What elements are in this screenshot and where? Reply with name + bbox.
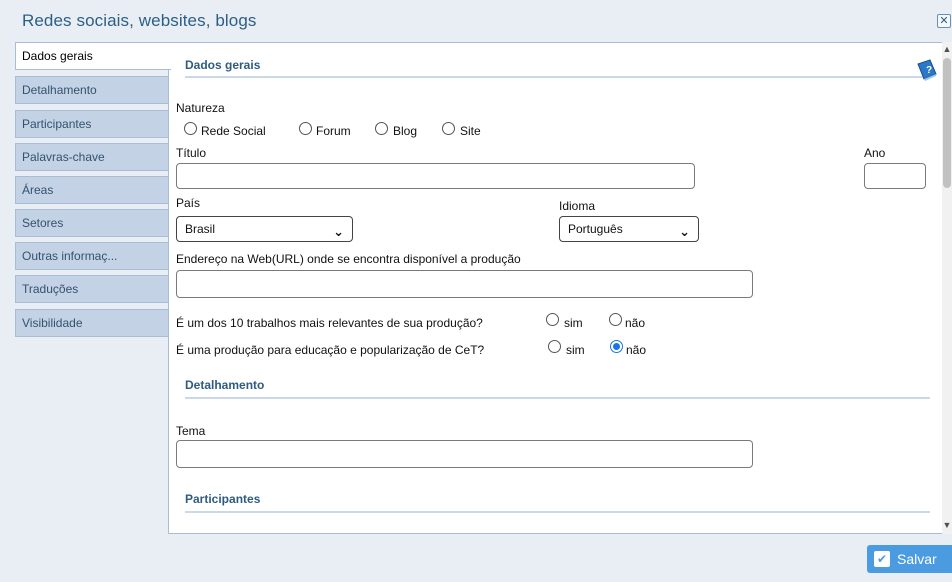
url-label: Endereço na Web(URL) onde se encontra di… [176, 252, 521, 266]
chevron-down-icon: ⌄ [333, 224, 344, 239]
url-input[interactable] [176, 270, 753, 298]
chevron-down-icon: ⌄ [679, 224, 690, 239]
tab-traducoes[interactable]: Traduções [15, 275, 168, 303]
ano-label: Ano [864, 146, 886, 160]
relevantes-sim-label: sim [564, 316, 583, 330]
natureza-option-label: Rede Social [201, 124, 266, 138]
natureza-option-label: Blog [393, 124, 418, 138]
section-divider [185, 511, 930, 513]
idioma-selected-value: Português [568, 222, 623, 236]
natureza-option-label: Forum [316, 124, 351, 138]
tab-setores[interactable]: Setores [15, 209, 168, 237]
educacao-question: É uma produção para educação e populariz… [176, 343, 485, 357]
section-heading-dados-gerais: Dados gerais [185, 58, 261, 72]
titulo-label: Título [176, 146, 207, 160]
tab-outras-informacoes[interactable]: Outras informaç... [15, 242, 168, 270]
svg-text:?: ? [926, 65, 932, 76]
tab-detalhamento[interactable]: Detalhamento [15, 76, 168, 104]
tab-palavras-chave[interactable]: Palavras-chave [15, 143, 168, 171]
form-scrollbar[interactable]: ▲ ▼ [942, 42, 952, 534]
help-book-icon[interactable]: ? [916, 58, 938, 82]
scroll-down-arrow-icon[interactable]: ▼ [942, 520, 952, 530]
relevantes-radio-sim[interactable] [546, 313, 559, 326]
section-heading-detalhamento: Detalhamento [185, 378, 265, 392]
dialog-title: Redes sociais, websites, blogs [22, 11, 257, 30]
titulo-input[interactable] [176, 163, 695, 189]
scroll-thumb[interactable] [943, 58, 951, 188]
idioma-label: Idioma [559, 199, 596, 213]
dialog-titlebar: Redes sociais, websites, blogs ✕ [0, 0, 952, 40]
section-divider [185, 76, 930, 78]
natureza-radio-site[interactable] [442, 122, 455, 135]
checkmark-icon: ✔ [874, 551, 890, 567]
scroll-up-arrow-icon[interactable]: ▲ [942, 44, 952, 54]
tema-input[interactable] [176, 440, 753, 468]
natureza-radio-forum[interactable] [299, 122, 312, 135]
section-heading-participantes: Participantes [185, 492, 261, 506]
educacao-sim-label: sim [566, 343, 585, 357]
section-divider [185, 397, 930, 399]
pais-selected-value: Brasil [185, 222, 216, 236]
educacao-radio-nao[interactable] [610, 340, 623, 353]
natureza-option-label: Site [460, 124, 481, 138]
relevantes-question: É um dos 10 trabalhos mais relevantes de… [176, 316, 483, 330]
relevantes-radio-nao[interactable] [609, 313, 622, 326]
pais-select[interactable]: Brasil ⌄ [176, 216, 353, 242]
tab-visibilidade[interactable]: Visibilidade [15, 309, 168, 337]
natureza-label: Natureza [176, 101, 225, 115]
tab-participantes[interactable]: Participantes [15, 110, 168, 138]
pais-label: País [176, 196, 201, 210]
idioma-select[interactable]: Português ⌄ [559, 216, 699, 242]
educacao-nao-label: não [626, 343, 647, 357]
educacao-radio-sim[interactable] [548, 340, 561, 353]
relevantes-nao-label: não [625, 316, 646, 330]
ano-input[interactable] [864, 163, 926, 189]
save-button[interactable]: ✔ Salvar [867, 545, 952, 573]
natureza-radio-blog[interactable] [375, 122, 388, 135]
save-button-label: Salvar [897, 551, 937, 567]
natureza-radio-rede-social[interactable] [184, 122, 197, 135]
tema-label: Tema [176, 424, 206, 438]
close-icon[interactable]: ✕ [937, 14, 951, 28]
tab-dados-gerais[interactable]: Dados gerais [15, 42, 171, 70]
tab-areas[interactable]: Áreas [15, 176, 168, 204]
